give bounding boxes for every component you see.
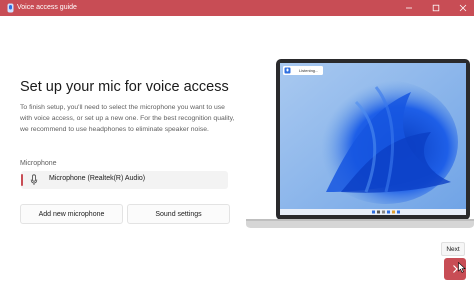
listening-indicator-text: Listening...: [299, 67, 319, 73]
minimize-button[interactable]: [397, 0, 420, 16]
selection-indicator: [21, 174, 23, 186]
microphone-label: Microphone: [20, 160, 57, 167]
minimize-icon: [405, 7, 412, 9]
next-tooltip: Next: [441, 242, 465, 256]
microphone-value: Microphone (Realtek(R) Audio): [49, 175, 146, 182]
maximize-icon: [432, 4, 439, 12]
laptop-illustration: Listening...: [246, 42, 474, 228]
close-button[interactable]: [451, 0, 474, 16]
title-bar: Voice access guide: [0, 0, 474, 16]
microphone-icon: [30, 174, 38, 185]
laptop-image: [246, 59, 474, 228]
close-icon: [459, 4, 466, 12]
add-new-microphone-button[interactable]: Add new microphone: [20, 204, 123, 224]
voice-access-app-icon: [7, 3, 14, 13]
sound-settings-button[interactable]: Sound settings: [127, 204, 230, 224]
page-description: To finish setup, you'll need to select t…: [20, 104, 235, 133]
maximize-button[interactable]: [424, 0, 447, 16]
window-title: Voice access guide: [17, 4, 77, 11]
mouse-cursor-icon: [458, 262, 466, 273]
microphone-select[interactable]: Microphone (Realtek(R) Audio): [21, 171, 228, 189]
page-title: Set up your mic for voice access: [20, 79, 229, 95]
